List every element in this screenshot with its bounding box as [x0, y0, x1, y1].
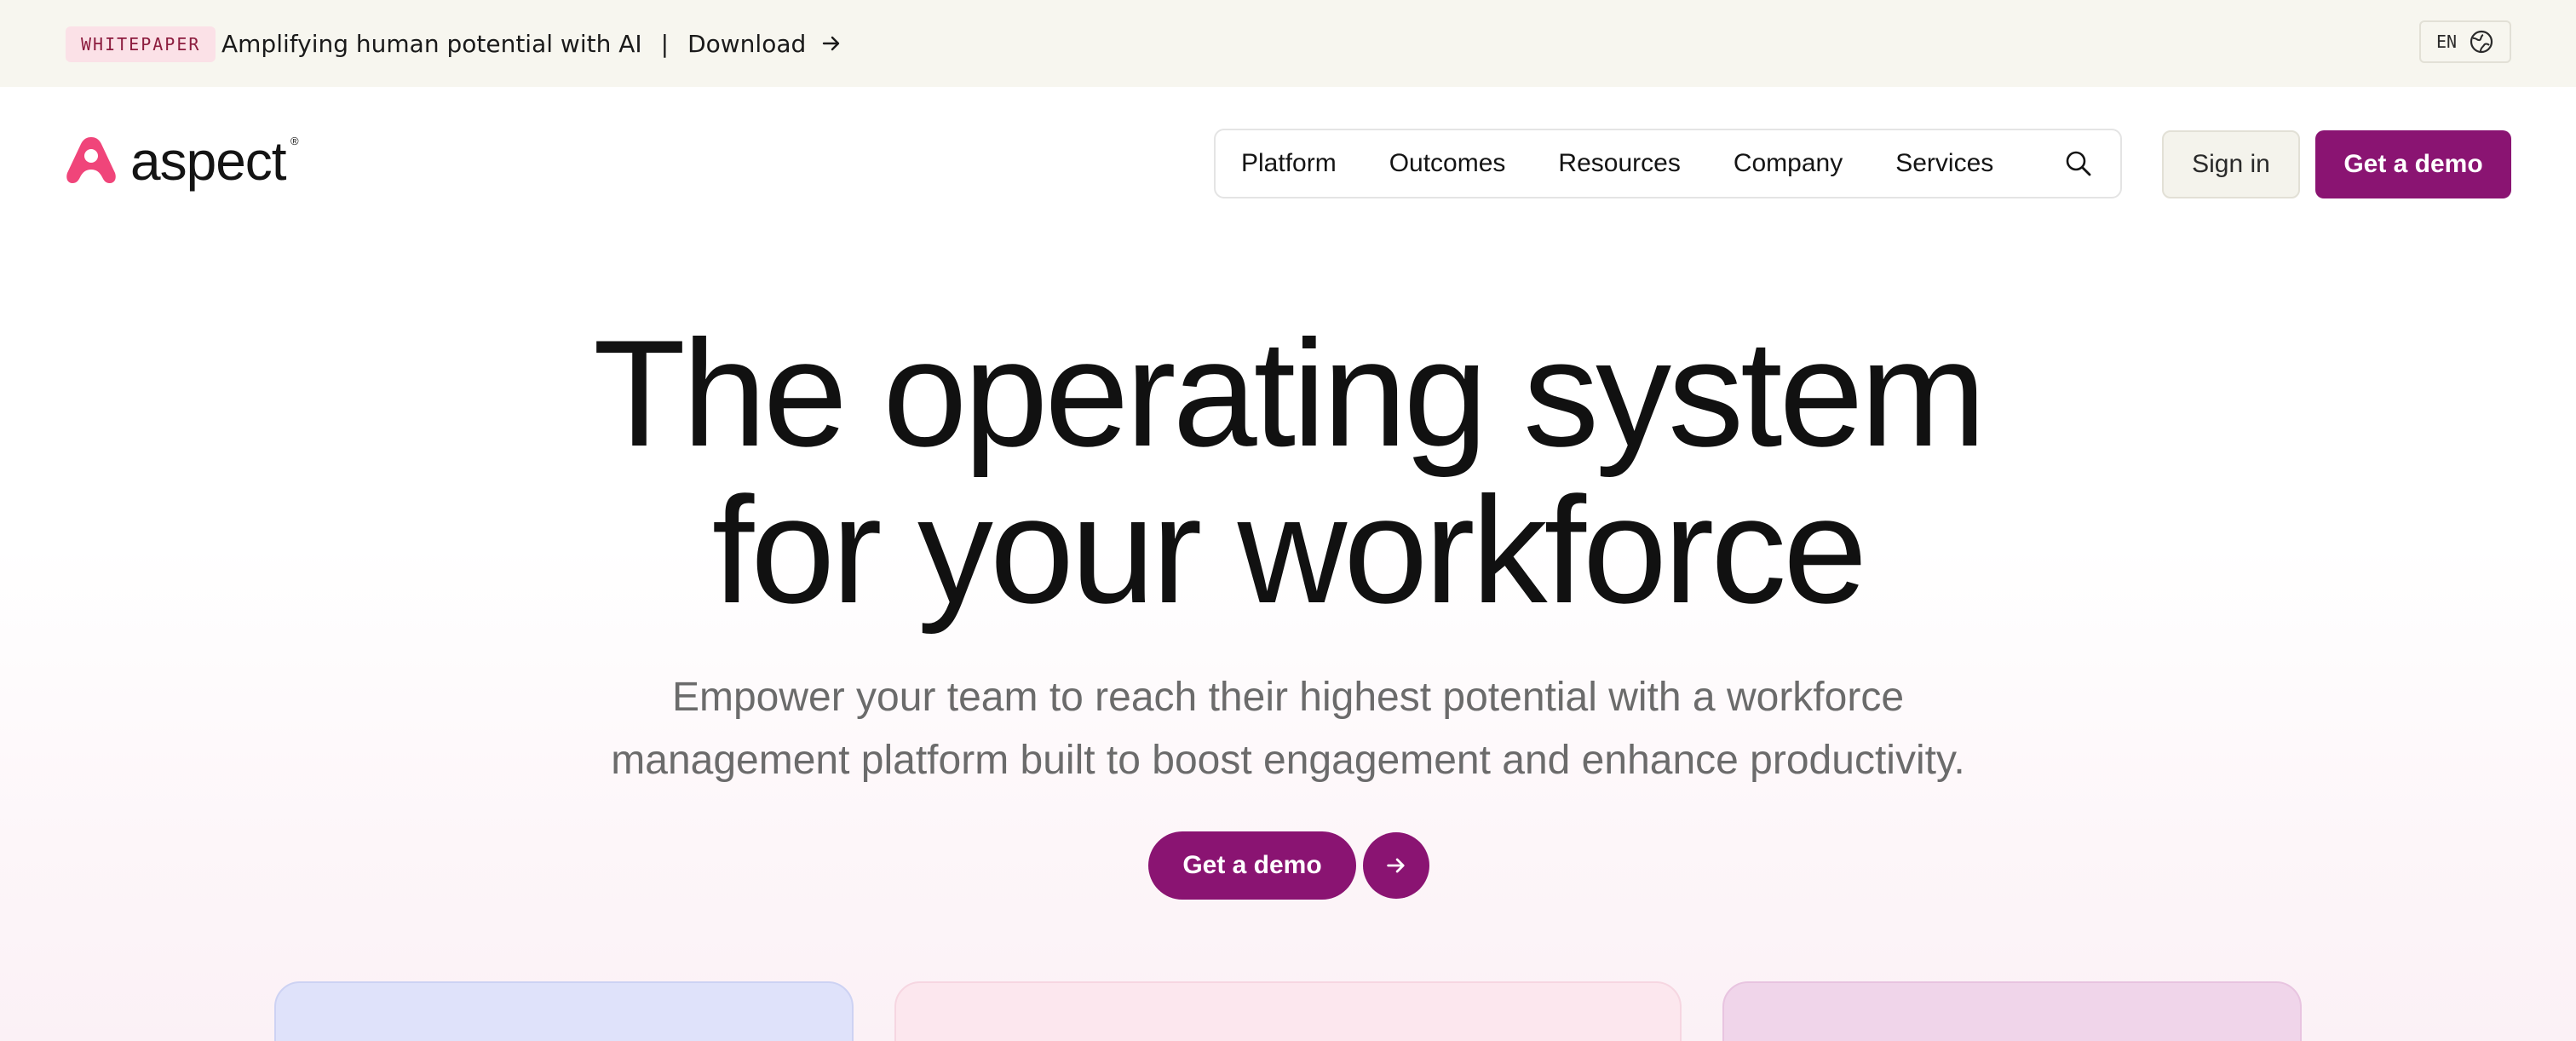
announcement-bar: WHITEPAPER Amplifying human potential wi…: [0, 0, 2576, 87]
registered-mark: ®: [290, 135, 299, 147]
arrow-right-icon: [823, 36, 840, 51]
hero-title-line-2: for your workforce: [711, 465, 1867, 635]
announcement-separator: |: [660, 29, 670, 58]
hero-arrow-button[interactable]: [1363, 832, 1429, 899]
aspect-logo-icon: [66, 137, 116, 183]
arrow-right-icon: [1387, 858, 1405, 873]
hero-title-line-1: The operating system: [593, 308, 1987, 478]
announcement-message: Amplifying human potential with AI | Dow…: [221, 24, 842, 63]
nav-item-company[interactable]: Company: [1734, 149, 1843, 178]
hero-subtitle-line-1: Empower your team to reach their highest…: [671, 675, 1905, 720]
main-nav: Platform Outcomes Resources Company Serv…: [1214, 129, 2122, 198]
hero-cta: Get a demo: [1148, 831, 1429, 900]
hero-get-demo-button[interactable]: Get a demo: [1148, 831, 1356, 900]
search-icon: [2066, 151, 2091, 176]
logo-text: aspect: [130, 130, 287, 192]
hero-title: The operating system for your workforce: [0, 315, 2576, 629]
feature-card-2[interactable]: [894, 981, 1682, 1041]
hero-subtitle: Empower your team to reach their highest…: [521, 666, 2055, 792]
hero-subtitle-line-2: management platform built to boost engag…: [611, 738, 1965, 783]
whitepaper-tag: WHITEPAPER: [66, 26, 216, 62]
feature-card-1[interactable]: [274, 981, 854, 1041]
language-code: EN: [2435, 32, 2458, 52]
download-link[interactable]: Download: [687, 30, 842, 58]
language-selector[interactable]: EN: [2419, 20, 2511, 63]
nav-item-platform[interactable]: Platform: [1241, 149, 1337, 178]
nav-item-outcomes[interactable]: Outcomes: [1389, 149, 1506, 178]
feature-card-3[interactable]: [1722, 981, 2302, 1041]
nav-item-resources[interactable]: Resources: [1558, 149, 1680, 178]
logo-wordmark: aspect ®: [130, 134, 299, 188]
sign-in-button[interactable]: Sign in: [2162, 130, 2300, 198]
nav-item-services[interactable]: Services: [1895, 149, 1993, 178]
globe-icon: [2470, 30, 2493, 54]
search-button[interactable]: [2064, 149, 2093, 178]
aspect-logo[interactable]: aspect ®: [66, 131, 299, 191]
download-label: Download: [687, 29, 807, 58]
get-demo-button[interactable]: Get a demo: [2315, 130, 2511, 198]
announcement-text: Amplifying human potential with AI: [221, 29, 642, 58]
